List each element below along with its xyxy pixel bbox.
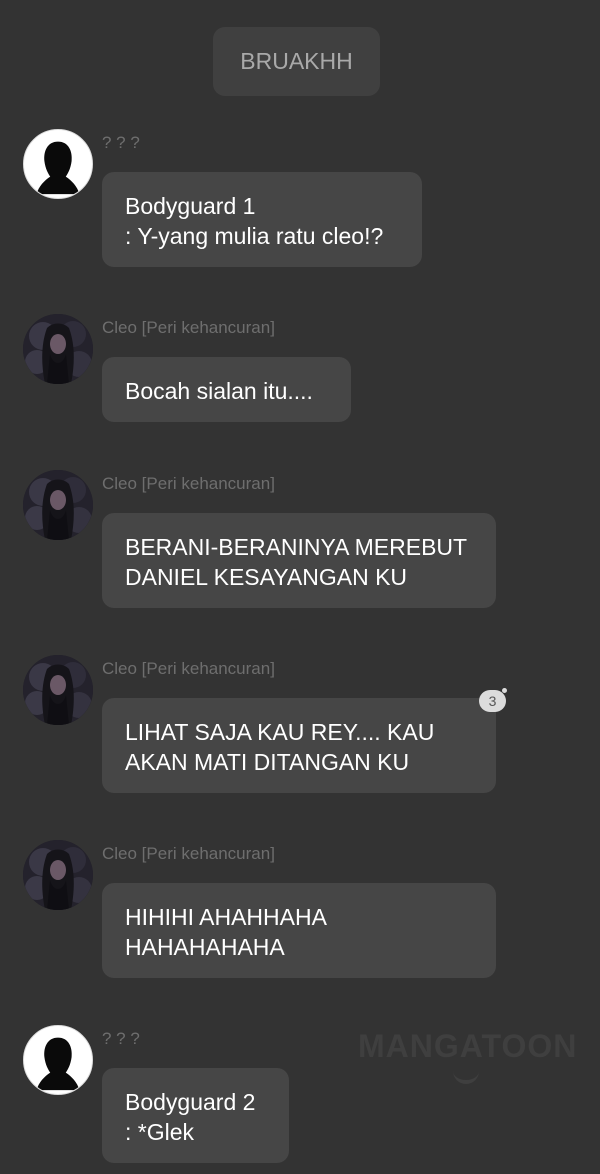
message-bubble[interactable]: LIHAT SAJA KAU REY.... KAU AKAN MATI DIT… bbox=[102, 698, 496, 793]
sender-name: Cleo [Peri kehancuran] bbox=[102, 659, 275, 678]
message-line: HIHIHI AHAHHAHA bbox=[125, 904, 327, 930]
message-line: AKAN MATI DITANGAN KU bbox=[125, 749, 410, 775]
message-bubble[interactable]: HIHIHI AHAHHAHA HAHAHAHAHA bbox=[102, 883, 496, 978]
silhouette-icon[interactable] bbox=[23, 129, 93, 199]
comment-count: 3 bbox=[488, 693, 497, 709]
cleo-avatar[interactable] bbox=[23, 840, 93, 910]
mangatoon-watermark: MANGATOON bbox=[358, 1028, 576, 1084]
watermark-smile-icon bbox=[453, 1068, 479, 1084]
sender-name: Cleo [Peri kehancuran] bbox=[102, 844, 275, 863]
message-bubble[interactable]: Bodyguard 1 : Y-yang mulia ratu cleo!? bbox=[102, 172, 422, 267]
sender-name: Cleo [Peri kehancuran] bbox=[102, 474, 275, 493]
message-line: HAHAHAHAHA bbox=[125, 934, 285, 960]
message-line: LIHAT SAJA KAU REY.... KAU bbox=[125, 719, 435, 745]
message-line: : *Glek bbox=[125, 1119, 195, 1145]
sender-name: Cleo [Peri kehancuran] bbox=[102, 318, 275, 337]
message-line: Bodyguard 2 bbox=[125, 1089, 256, 1115]
system-message-bubble: BRUAKHH bbox=[213, 27, 380, 96]
cleo-avatar[interactable] bbox=[23, 655, 93, 725]
message-line: Bocah sialan itu.... bbox=[125, 378, 313, 404]
silhouette-icon[interactable] bbox=[23, 1025, 93, 1095]
cleo-avatar[interactable] bbox=[23, 470, 93, 540]
message-line: DANIEL KESAYANGAN KU bbox=[125, 564, 408, 590]
watermark-text: MANGATOON bbox=[358, 1028, 578, 1064]
cleo-avatar[interactable] bbox=[23, 314, 93, 384]
system-message-text: BRUAKHH bbox=[240, 48, 353, 74]
message-line: Bodyguard 1 bbox=[125, 193, 256, 219]
message-line: BERANI-BERANINYA MEREBUT bbox=[125, 534, 468, 560]
comment-count-badge[interactable]: 3 bbox=[479, 688, 507, 712]
message-line: : Y-yang mulia ratu cleo!? bbox=[125, 223, 384, 249]
message-bubble[interactable]: Bodyguard 2 : *Glek bbox=[102, 1068, 289, 1163]
sender-name: ? ? ? bbox=[102, 1029, 140, 1048]
message-bubble[interactable]: Bocah sialan itu.... bbox=[102, 357, 351, 422]
message-bubble[interactable]: BERANI-BERANINYA MEREBUT DANIEL KESAYANG… bbox=[102, 513, 496, 608]
sender-name: ? ? ? bbox=[102, 133, 140, 152]
